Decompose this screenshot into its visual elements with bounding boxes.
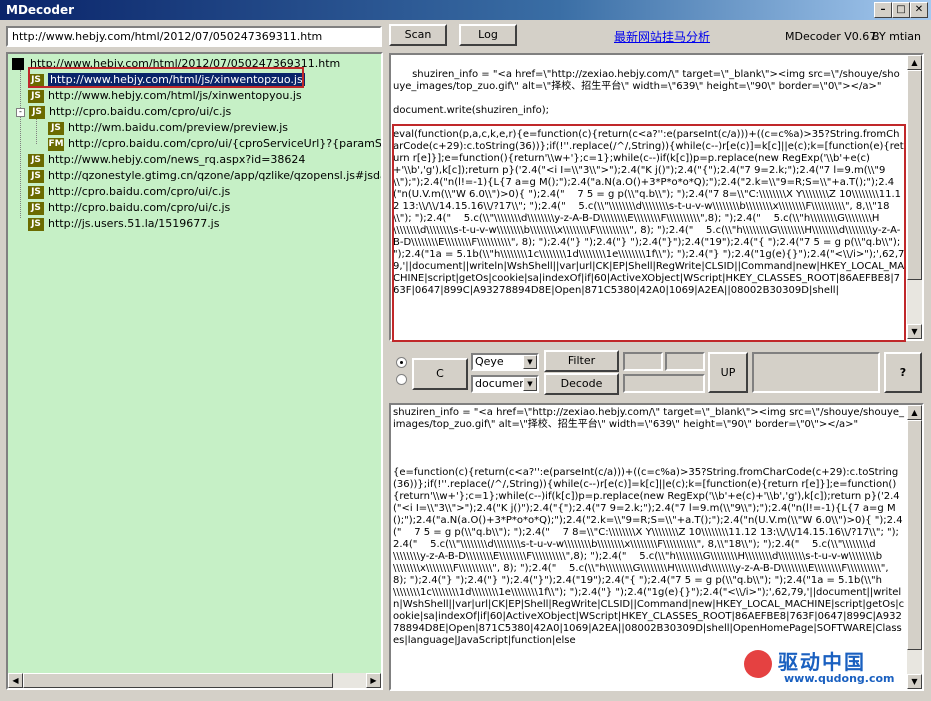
engine-select[interactable]: Qeye ▼	[471, 353, 539, 371]
up-button[interactable]: UP	[708, 352, 748, 393]
scroll-up-icon[interactable]: ▲	[907, 55, 922, 70]
js-file-icon: JS	[28, 169, 44, 183]
filter-field-2[interactable]	[665, 352, 705, 371]
scroll-left-icon[interactable]: ◀	[8, 673, 23, 688]
collapse-icon[interactable]: -	[16, 107, 25, 117]
minimize-button[interactable]: –	[874, 2, 892, 18]
mdecoder-window: MDecoder – □ ✕ http://www.hebjy.com/html…	[0, 0, 931, 701]
status-field	[752, 352, 880, 393]
chevron-down-icon[interactable]: ▼	[523, 355, 537, 369]
js-file-icon: JS	[28, 73, 44, 87]
tree-item-js[interactable]: - JS http://cpro.baidu.com/cpro/ui/c.js	[16, 104, 231, 120]
decode-button[interactable]: Decode	[544, 373, 619, 395]
js-file-icon: JS	[28, 153, 44, 167]
maximize-button[interactable]: □	[892, 2, 910, 18]
js-file-icon: JS	[28, 89, 44, 103]
watermark-brand: 驱动中国	[778, 650, 866, 674]
scroll-thumb[interactable]	[23, 673, 333, 688]
log-button[interactable]: Log	[459, 24, 517, 46]
tree-item-js[interactable]: JS http://cpro.baidu.com/cpro/ui/c.js	[28, 184, 230, 200]
scroll-down-icon[interactable]: ▼	[907, 324, 922, 339]
mode-radio-2[interactable]	[396, 374, 407, 385]
filter-button[interactable]: Filter	[544, 350, 619, 372]
tree-item-js[interactable]: JS http://cpro.baidu.com/cpro/ui/c.js	[28, 200, 230, 216]
tree-hscrollbar[interactable]: ◀ ▶	[8, 673, 381, 688]
mode-radio-1[interactable]	[396, 357, 407, 368]
tree-item-js[interactable]: JS http://wm.baidu.com/preview/preview.js	[48, 120, 288, 136]
close-button[interactable]: ✕	[910, 2, 928, 18]
source-editor[interactable]: shuziren_info = "<a href=\"http://zexiao…	[389, 53, 924, 341]
help-button[interactable]: ?	[884, 352, 922, 393]
tree-item-root[interactable]: http://www.hebjy.com/html/2012/07/050247…	[12, 56, 340, 72]
version-label: MDecoder V0.67	[785, 30, 877, 43]
logo-mark-icon	[744, 650, 772, 678]
page-icon	[12, 58, 24, 70]
source-text: shuziren_info = "<a href=\"http://zexiao…	[393, 69, 900, 116]
js-file-icon: JS	[29, 105, 45, 119]
tree-line	[20, 70, 22, 218]
url-input[interactable]: http://www.hebjy.com/html/2012/07/050247…	[6, 26, 382, 47]
scroll-thumb[interactable]	[907, 70, 922, 280]
title-bar[interactable]: MDecoder – □ ✕	[0, 0, 931, 20]
obfuscated-code: eval(function(p,a,c,k,e,r){e=function(c)…	[393, 129, 905, 296]
tree-item-fm[interactable]: FM http://cpro.baidu.com/cpro/ui/{cproSer…	[48, 136, 381, 152]
tree-item-js[interactable]: JS http://www.hebjy.com/html/js/xinwentop…	[28, 72, 305, 88]
js-file-icon: JS	[28, 185, 44, 199]
scroll-up-icon[interactable]: ▲	[907, 405, 922, 420]
tree-item-js[interactable]: JS http://www.hebjy.com/news_rq.aspx?id=3…	[28, 152, 305, 168]
author-label: BY mtian	[872, 30, 921, 43]
js-file-icon: JS	[28, 201, 44, 215]
frame-file-icon: FM	[48, 137, 64, 151]
js-file-icon: JS	[28, 217, 44, 231]
filter-field-1[interactable]	[623, 352, 663, 371]
scroll-thumb[interactable]	[907, 420, 922, 650]
js-file-icon: JS	[48, 121, 64, 135]
tree-item-js[interactable]: JS http://js.users.51.la/1519677.js	[28, 216, 219, 232]
scroll-right-icon[interactable]: ▶	[366, 673, 381, 688]
window-title: MDecoder	[6, 3, 75, 17]
c-button[interactable]: C	[412, 358, 468, 390]
source-vscrollbar[interactable]: ▲ ▼	[907, 55, 922, 339]
chevron-down-icon[interactable]: ▼	[523, 377, 537, 391]
resource-tree[interactable]: http://www.hebjy.com/html/2012/07/050247…	[6, 52, 383, 690]
object-select[interactable]: document. ▼	[471, 375, 539, 393]
watermark-site: www.qudong.com	[784, 672, 895, 685]
tree-item-js[interactable]: JS http://qzonestyle.gtimg.cn/qzone/app/q…	[28, 168, 381, 184]
tree-item-js[interactable]: JS http://www.hebjy.com/html/js/xinwentop…	[28, 88, 302, 104]
analysis-link[interactable]: 最新网站挂马分析	[614, 28, 710, 45]
watermark-logo: 驱动中国 www.qudong.com	[744, 644, 924, 690]
scan-button[interactable]: Scan	[389, 24, 447, 46]
decode-field[interactable]	[623, 374, 705, 393]
